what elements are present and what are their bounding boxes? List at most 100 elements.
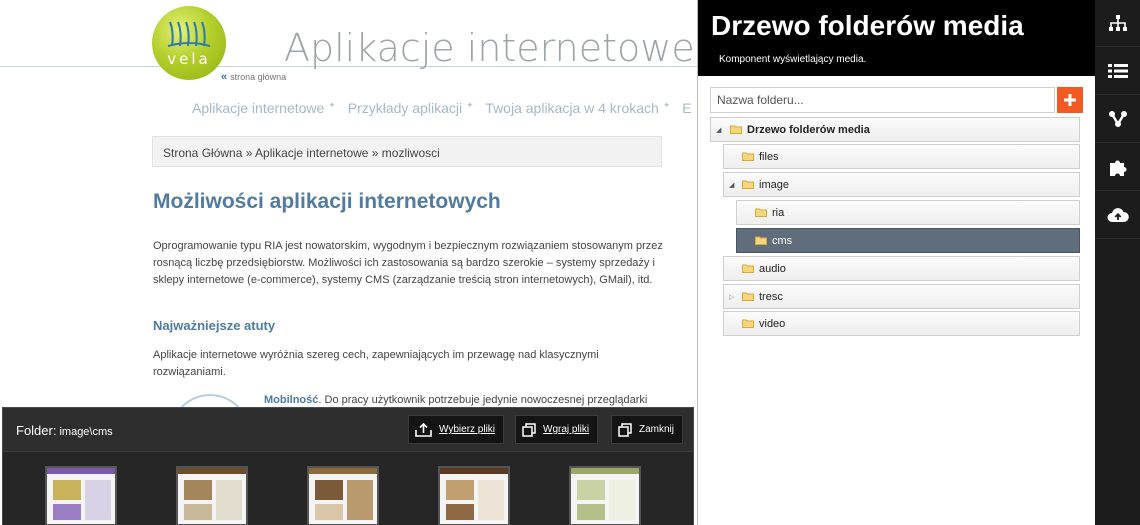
folder-label: Folder: image\cms [16, 423, 113, 438]
panel-subtitle: Komponent wyświetlający media. [719, 54, 867, 65]
folder-name-input[interactable] [710, 87, 1055, 113]
folder-path: image\cms [59, 426, 113, 438]
panel-title: Drzewo folderów media [711, 10, 1024, 41]
tree-node-ria[interactable]: ria [736, 200, 1080, 225]
folder-icon [730, 125, 742, 134]
list-button[interactable] [1095, 48, 1140, 95]
window-restore-icon [618, 422, 632, 437]
thumbnail-block [446, 480, 474, 500]
tree-node-label: cms [772, 235, 793, 247]
thumbnail-block [347, 480, 373, 520]
features-paragraph: Aplikacje internetowe wyróżnia szereg ce… [153, 349, 599, 378]
upload-tray-icon [415, 422, 432, 437]
breadcrumb: Strona Główna » Aplikacje internetowe » … [152, 136, 662, 167]
media-folder-tree-panel: Drzewo folderów media Komponent wyświetl… [697, 0, 1095, 525]
thumbnail-block [216, 480, 242, 520]
thumbnail-block [53, 480, 81, 500]
sitemap-icon [1108, 15, 1127, 31]
cloud-upload-button[interactable] [1095, 192, 1140, 239]
thumbnail-block [85, 480, 111, 520]
site-nav: Aplikacje internetowe Przykłady aplikacj… [192, 100, 692, 116]
image-thumbnail[interactable] [45, 466, 117, 525]
folder-icon [742, 152, 754, 161]
image-thumbnail[interactable] [176, 466, 248, 525]
logo-sails-icon [167, 21, 211, 47]
thumbnail-strip [3, 466, 693, 525]
home-link[interactable]: «strona główna [221, 71, 286, 83]
folder-icon [742, 292, 754, 301]
expanded-arrow-icon[interactable]: ◢ [729, 173, 739, 196]
folder-icon [755, 236, 767, 245]
plugins-button[interactable] [1095, 144, 1140, 191]
thumbnail-block [315, 480, 343, 500]
folder-label-text: Folder: [16, 423, 57, 438]
sitemap-button[interactable] [1095, 0, 1140, 47]
tree-node-tresc[interactable]: ▷ tresc [723, 284, 1080, 309]
cloud-upload-icon [1107, 208, 1129, 222]
page-heading: Możliwości aplikacji internetowych [153, 190, 501, 213]
image-thumbnail[interactable] [569, 466, 641, 525]
nav-item-web-apps[interactable]: Aplikacje internetowe [192, 100, 336, 116]
folder-icon [742, 319, 754, 328]
folder-files-panel: Folder: image\cms Wybierz pliki Wgraj pli… [2, 407, 694, 525]
plus-icon [1064, 94, 1076, 106]
share-nodes-icon [1108, 111, 1127, 127]
site-title: Aplikacje internetowe z [284, 26, 700, 70]
thumbnail-bar [309, 468, 377, 474]
expanded-arrow-icon[interactable]: ◢ [716, 118, 726, 141]
collapsed-arrow-icon[interactable]: ▷ [729, 285, 739, 308]
folder-icon [755, 208, 767, 217]
tree-node-label: Drzewo folderów media [747, 124, 870, 136]
window-restore-icon [522, 422, 536, 437]
tree-node-label: ria [772, 207, 785, 219]
double-chevron-left-icon: « [221, 71, 228, 83]
tree-node-label: tresc [759, 291, 783, 303]
image-thumbnail[interactable] [307, 466, 379, 525]
thumbnail-block [577, 504, 605, 520]
choose-files-button[interactable]: Wybierz pliki [408, 415, 505, 444]
intro-paragraph: Oprogramowanie typu RIA jest nowatorskim… [153, 240, 663, 286]
nav-item-four-steps[interactable]: Twoja aplikacja w 4 krokach [485, 100, 670, 116]
close-button[interactable]: Zamknij [611, 415, 684, 444]
puzzle-icon [1109, 160, 1126, 176]
tree-node-root[interactable]: ◢ Drzewo folderów media [710, 117, 1080, 142]
thumbnail-block [577, 480, 605, 500]
thumbnail-block [53, 504, 81, 520]
mobility-text: . Do pracy użytkownik potrzebuje jedynie… [318, 394, 648, 406]
share-button[interactable] [1095, 96, 1140, 143]
close-label: Zamknij [639, 424, 675, 435]
folder-panel-header: Folder: image\cms Wybierz pliki Wgraj pli… [3, 408, 693, 452]
tree-node-image[interactable]: ◢ image [723, 172, 1080, 197]
thumbnail-block [315, 504, 343, 520]
tree-panel-header: Drzewo folderów media Komponent wyświetl… [698, 0, 1095, 76]
thumbnail-bar [440, 468, 508, 474]
nav-item-examples[interactable]: Przykłady aplikacji [348, 100, 474, 116]
nav-item-truncated[interactable]: E [682, 100, 691, 116]
tree-node-label: video [759, 318, 786, 330]
thumbnail-bar [178, 468, 246, 474]
folder-icon [742, 264, 754, 273]
list-icon [1107, 64, 1128, 78]
thumbnail-block [609, 480, 635, 520]
thumbnail-bar [571, 468, 639, 474]
add-folder-button[interactable] [1057, 87, 1083, 113]
tree-node-audio[interactable]: audio [723, 256, 1080, 281]
thumbnail-block [184, 480, 212, 500]
tree-node-cms[interactable]: cms [736, 228, 1080, 253]
tree-node-label: files [759, 151, 779, 163]
folder-icon [742, 180, 754, 189]
thumbnail-block [446, 504, 474, 520]
image-thumbnail[interactable] [438, 466, 510, 525]
tree-node-files[interactable]: files [723, 144, 1080, 169]
home-link-label: strona główna [230, 72, 287, 82]
upload-files-button[interactable]: Wgraj pliki [515, 415, 599, 444]
thumbnail-block [184, 504, 212, 520]
choose-files-label: Wybierz pliki [439, 424, 496, 435]
vela-logo[interactable]: vela [152, 6, 226, 80]
mobility-term: Mobilność [264, 394, 319, 406]
logo-text: vela [167, 50, 211, 68]
thumbnail-bar [47, 468, 115, 474]
section-heading: Najważniejsze atuty [153, 318, 276, 333]
tree-node-label: audio [759, 263, 786, 275]
tree-node-video[interactable]: video [723, 311, 1080, 336]
